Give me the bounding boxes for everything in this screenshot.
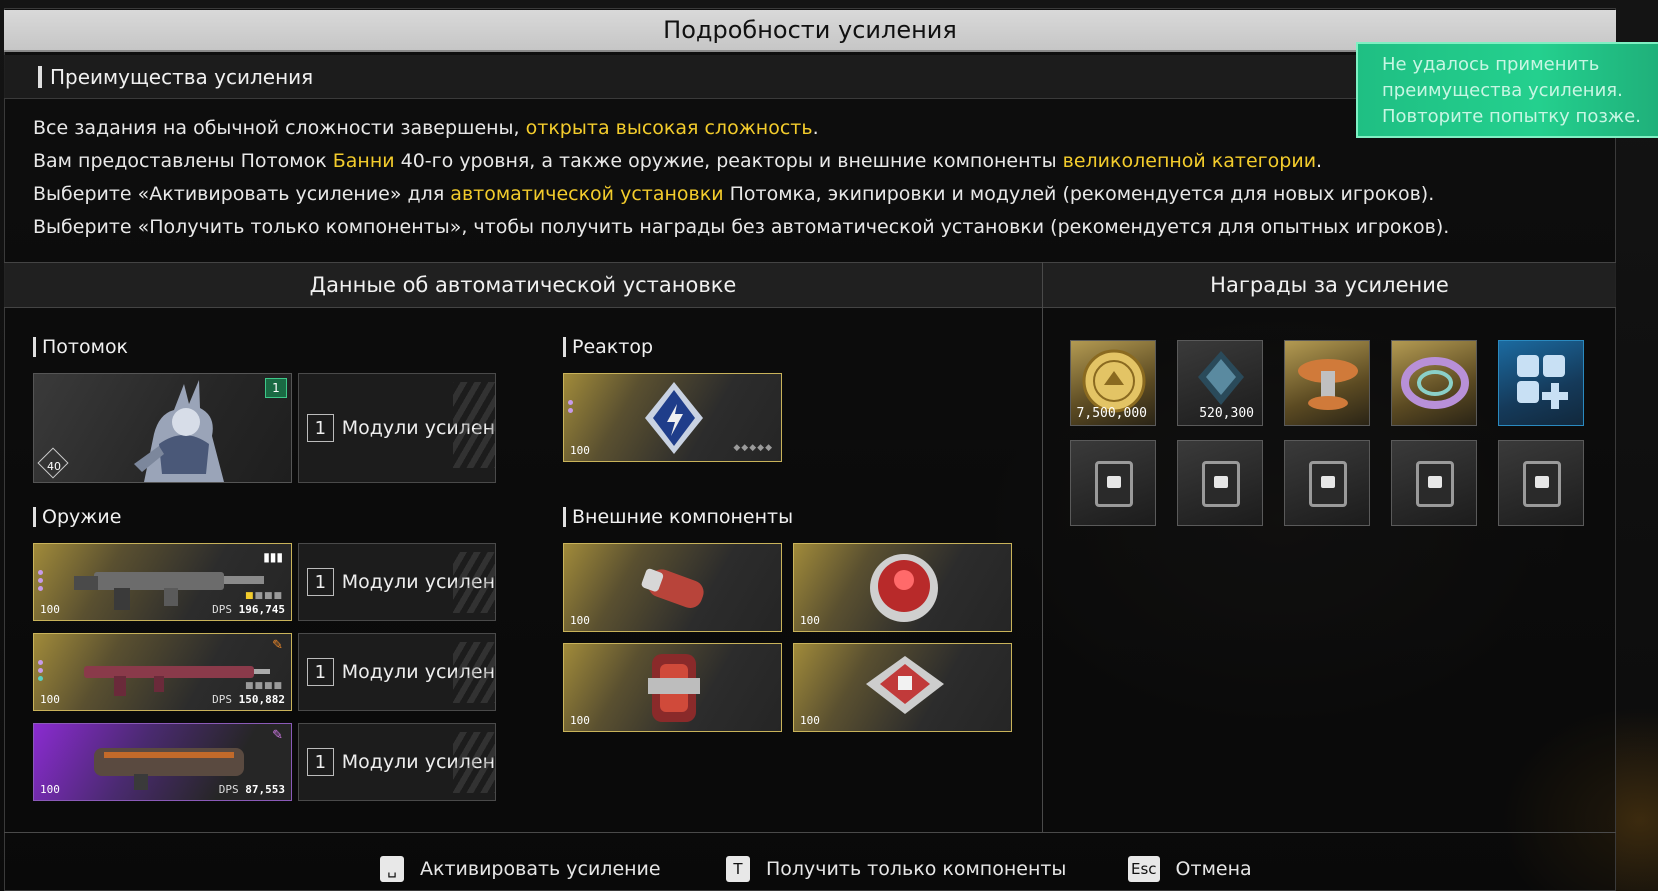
- reward-modules[interactable]: [1498, 340, 1584, 426]
- benefit-line-4: Выберите «Получить только компоненты», ч…: [33, 216, 1450, 238]
- module-plus-icon: [1517, 355, 1568, 409]
- benefits-description: Все задания на обычной сложности заверше…: [33, 112, 1533, 244]
- chip-card-icon: [1202, 461, 1240, 507]
- auto-install-header: Данные об автоматической установке: [4, 262, 1042, 308]
- external-component-slot-1[interactable]: 100: [563, 543, 782, 632]
- weapon-level: 100: [40, 783, 60, 796]
- reactor-level: 100: [570, 444, 590, 457]
- modules-count: 1: [307, 748, 334, 776]
- benefit-line-1: Все задания на обычной сложности заверше…: [33, 117, 819, 139]
- reward-crystal[interactable]: 520,300: [1177, 340, 1263, 426]
- spacebar-key-icon: ␣: [380, 856, 404, 882]
- rank-stars: ◆◆◆◆◆: [733, 443, 773, 453]
- red-sphere-icon: [870, 554, 938, 622]
- weapon-dps: DPS 196,745: [212, 603, 285, 616]
- weapon-slot-1[interactable]: ▮▮▮ ■■■■ 100 DPS 196,745: [33, 543, 292, 621]
- t-key-icon: T: [726, 856, 750, 882]
- chip-card-icon: [1095, 461, 1133, 507]
- weapon-type-icon: ✎: [272, 728, 283, 743]
- ring-disc-icon: [1401, 357, 1469, 409]
- stripe-decoration: [453, 382, 495, 469]
- rarity-pips: [38, 660, 43, 684]
- stripe-decoration: [453, 732, 495, 793]
- red-canister-icon: [641, 568, 704, 609]
- weapons-label: Оружие: [33, 506, 121, 528]
- chip-card-icon: [1523, 461, 1561, 507]
- weapon-type-icon: ✎: [272, 638, 283, 653]
- column-divider: [1042, 262, 1043, 832]
- window-title: Подробности усиления: [663, 16, 957, 44]
- benefit-line-3: Выберите «Активировать усиление» для авт…: [33, 183, 1435, 205]
- toast-line-3: Повторите попытку позже.: [1382, 106, 1641, 127]
- ammo-icon: ▮▮▮: [263, 550, 283, 564]
- rarity-pips: [568, 400, 573, 416]
- red-plate-icon: [866, 656, 944, 714]
- rank-stars: ■■■■: [244, 591, 283, 601]
- reward-ring[interactable]: [1391, 340, 1477, 426]
- weapon-dps: DPS 87,553: [218, 783, 285, 796]
- modules-count: 1: [307, 568, 334, 596]
- weapon-level: 100: [40, 603, 60, 616]
- reward-chip-2[interactable]: [1177, 440, 1263, 526]
- component-level: 100: [800, 714, 820, 727]
- reward-device[interactable]: [1284, 340, 1370, 426]
- rewards-header: Награды за усиление: [1043, 262, 1616, 308]
- weapon-1-modules[interactable]: 1 Модули усилен: [298, 543, 496, 621]
- weapon-dps: DPS 150,882: [212, 693, 285, 706]
- reward-gold[interactable]: 7,500,000: [1070, 340, 1156, 426]
- toast-line-2: преимущества усиления.: [1382, 80, 1623, 101]
- reward-chip-3[interactable]: [1284, 440, 1370, 526]
- reward-chip-5[interactable]: [1498, 440, 1584, 526]
- footer-divider: [4, 832, 1616, 833]
- component-level: 100: [800, 614, 820, 627]
- components-only-button[interactable]: T Получить только компоненты: [726, 856, 1066, 882]
- esc-key-icon: Esc: [1128, 856, 1160, 882]
- external-component-slot-4[interactable]: 100: [793, 643, 1012, 732]
- rarity-pips: [38, 570, 43, 594]
- rank-stars: ■■■■: [244, 681, 283, 691]
- cancel-label: Отмена: [1175, 858, 1252, 880]
- benefits-heading: Преимущества усиления: [50, 64, 314, 89]
- reward-chip-4[interactable]: [1391, 440, 1477, 526]
- weapon-level: 100: [40, 693, 60, 706]
- descendant-count-badge: 1: [265, 378, 287, 398]
- weapon-slot-2[interactable]: ✎ ■■■■ 100 DPS 150,882: [33, 633, 292, 711]
- mushroom-device-icon: [1298, 359, 1358, 410]
- components-only-label: Получить только компоненты: [766, 858, 1067, 880]
- toast-line-1: Не удалось применить: [1382, 54, 1600, 75]
- bunny-descendant-portrait-icon: [134, 380, 224, 482]
- cancel-button[interactable]: Esc Отмена: [1128, 856, 1252, 882]
- red-box-icon: [648, 654, 700, 722]
- component-level: 100: [570, 614, 590, 627]
- reactor-label: Реактор: [563, 336, 653, 358]
- benefit-line-2: Вам предоставлены Потомок Банни 40-го ур…: [33, 150, 1323, 172]
- stripe-decoration: [453, 552, 495, 613]
- activate-boost-button[interactable]: ␣ Активировать усиление: [380, 856, 661, 882]
- weapon-2-modules[interactable]: 1 Модули усилен: [298, 633, 496, 711]
- external-component-slot-3[interactable]: 100: [563, 643, 782, 732]
- weapon-slot-3[interactable]: ✎ 100 DPS 87,553: [33, 723, 292, 801]
- reward-amount: 520,300: [1199, 406, 1254, 421]
- error-toast: Не удалось применить преимущества усилен…: [1356, 42, 1658, 138]
- modules-count: 1: [307, 414, 334, 442]
- descendant-modules[interactable]: 1 Модули усилен: [298, 373, 496, 483]
- activate-label: Активировать усиление: [420, 858, 661, 880]
- reward-amount: 7,500,000: [1076, 406, 1147, 421]
- chip-card-icon: [1309, 461, 1347, 507]
- chip-card-icon: [1416, 461, 1454, 507]
- component-level: 100: [570, 714, 590, 727]
- reward-chip-1[interactable]: [1070, 440, 1156, 526]
- descendant-label: Потомок: [33, 336, 128, 358]
- external-components-label: Внешние компоненты: [563, 506, 793, 528]
- descendant-slot[interactable]: 1 40: [33, 373, 292, 483]
- reactor-slot[interactable]: ◆◆◆◆◆ 100: [563, 373, 782, 462]
- modules-count: 1: [307, 658, 334, 686]
- stripe-decoration: [453, 642, 495, 703]
- external-component-slot-2[interactable]: 100: [793, 543, 1012, 632]
- reactor-crystal-icon: [645, 382, 703, 454]
- weapon-3-modules[interactable]: 1 Модули усилен: [298, 723, 496, 801]
- descendant-level: 40: [47, 460, 61, 473]
- section-bar: [38, 65, 42, 88]
